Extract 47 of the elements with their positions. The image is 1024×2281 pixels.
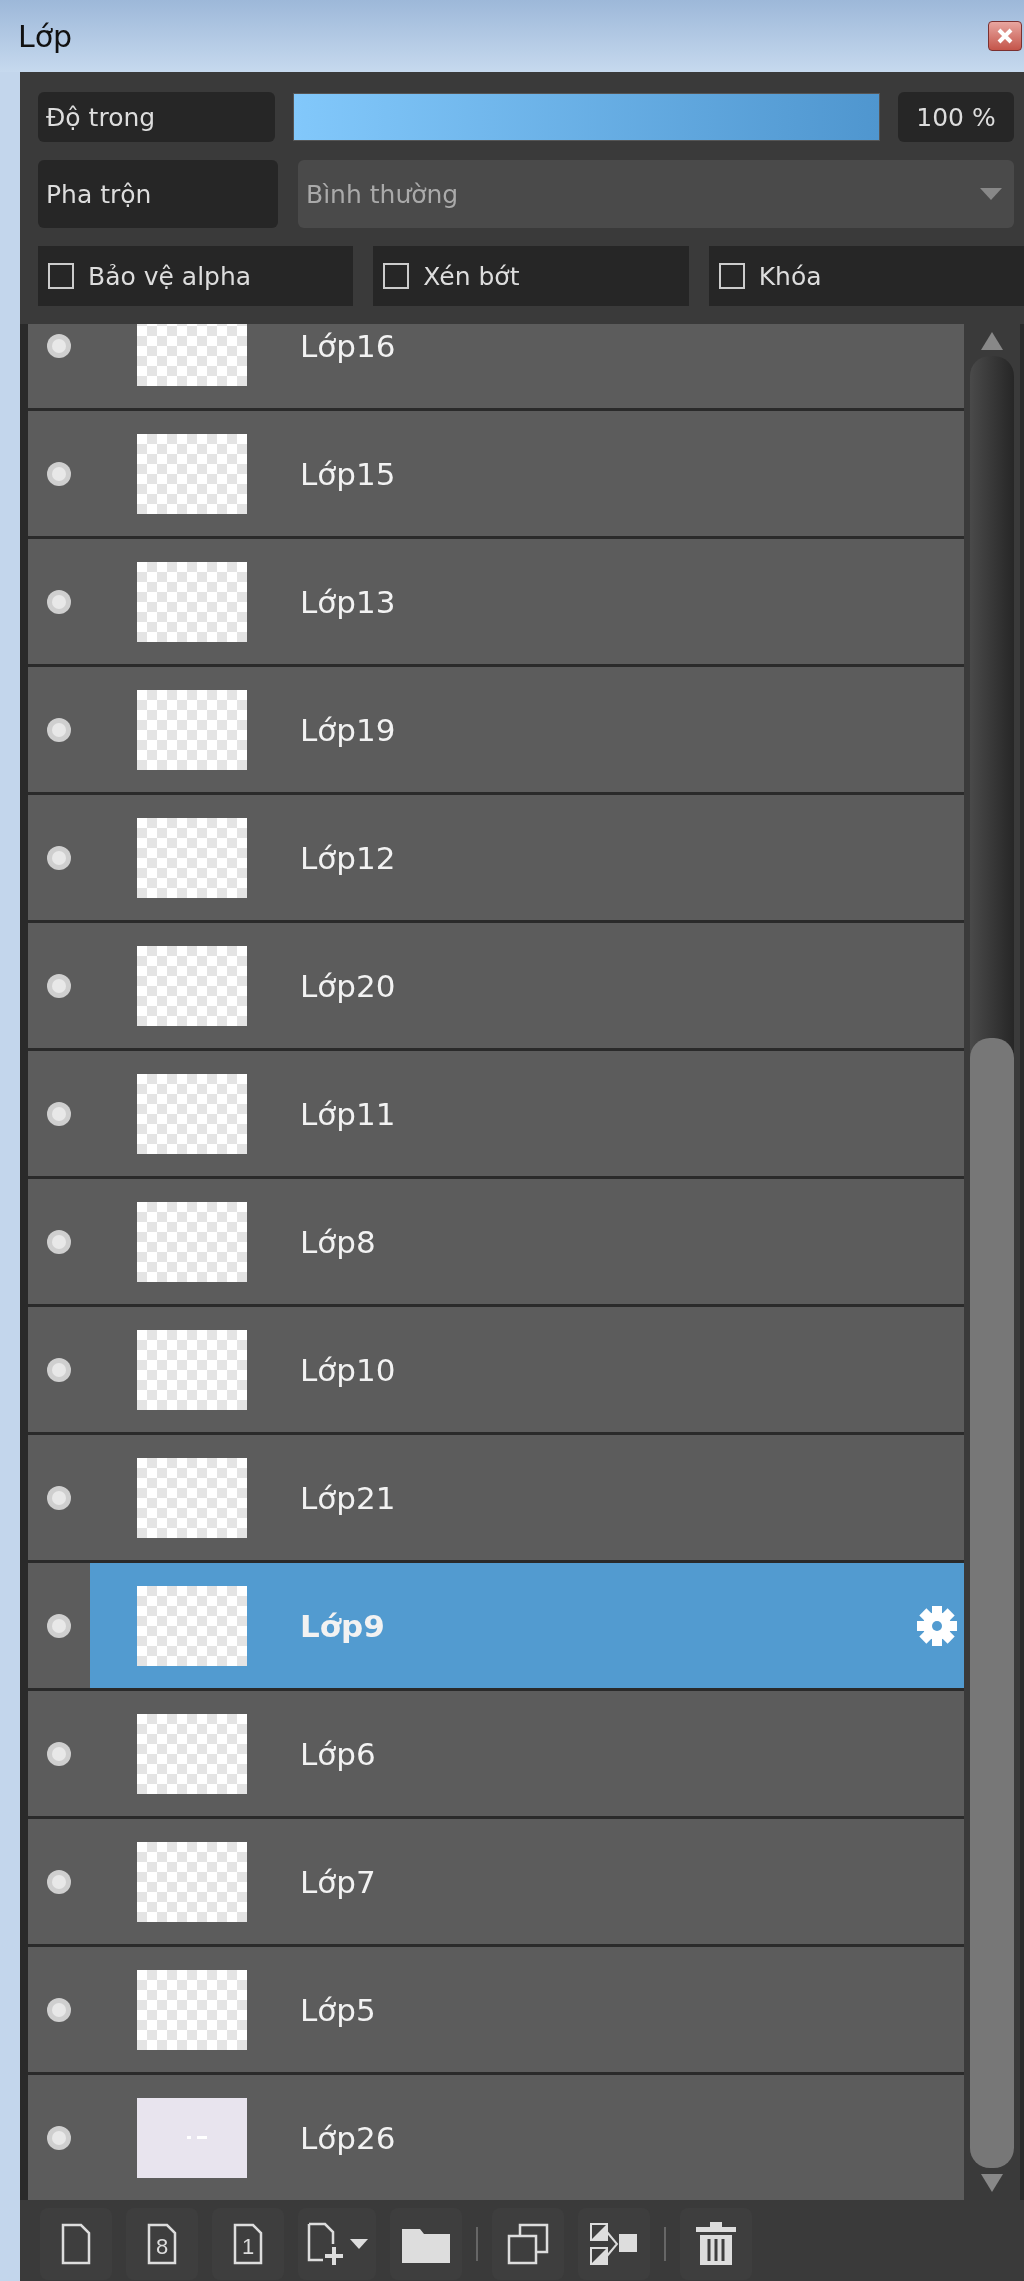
page-plus-icon xyxy=(306,2221,346,2267)
opacity-label: Độ trong xyxy=(38,92,275,142)
visibility-icon[interactable] xyxy=(46,1868,72,1895)
trash-icon xyxy=(694,2221,738,2267)
new-layer-button[interactable]: 8 xyxy=(126,2208,198,2280)
duplicate-button[interactable] xyxy=(492,2208,564,2280)
dropdown-arrow-icon xyxy=(980,188,1002,200)
add-layer-button[interactable] xyxy=(298,2208,376,2280)
opacity-slider[interactable] xyxy=(293,93,880,141)
close-icon xyxy=(995,27,1015,45)
window-title: Lớp xyxy=(18,18,73,54)
merge-icon xyxy=(589,2222,639,2266)
folder-button[interactable] xyxy=(390,2208,462,2280)
visibility-icon[interactable] xyxy=(46,460,72,487)
visibility-icon[interactable] xyxy=(46,844,72,871)
delete-button[interactable] xyxy=(680,2208,752,2280)
visibility-icon[interactable] xyxy=(46,1740,72,1767)
visibility-icon[interactable] xyxy=(46,1228,72,1255)
merge-button[interactable] xyxy=(578,2208,650,2280)
blend-dropdown[interactable]: Bình thường xyxy=(298,160,1014,228)
caret-icon xyxy=(350,2239,368,2249)
visibility-icon[interactable] xyxy=(46,1612,72,1639)
page-icon xyxy=(232,2222,264,2266)
scroll-down-icon[interactable] xyxy=(981,2174,1003,2192)
scroll-up-icon[interactable] xyxy=(981,332,1003,350)
copy-icon xyxy=(506,2222,550,2266)
page-icon xyxy=(146,2222,178,2266)
option-checkbox[interactable]: Khóa xyxy=(708,246,1024,306)
new-layer-button[interactable] xyxy=(40,2208,112,2280)
visibility-icon[interactable] xyxy=(46,1484,72,1511)
visibility-icon[interactable] xyxy=(46,2124,72,2151)
opacity-value: 100 % xyxy=(898,92,1014,142)
visibility-icon[interactable] xyxy=(46,1996,72,2023)
visibility-icon[interactable] xyxy=(46,1356,72,1383)
visibility-icon[interactable] xyxy=(46,716,72,743)
visibility-icon[interactable] xyxy=(46,588,72,615)
new-layer-button[interactable]: 1 xyxy=(212,2208,284,2280)
visibility-icon[interactable] xyxy=(46,332,72,359)
option-checkbox[interactable]: Bảo vệ alpha xyxy=(38,246,354,306)
visibility-icon[interactable] xyxy=(46,972,72,999)
scrollbar-thumb[interactable] xyxy=(970,1038,1014,2168)
blend-label: Pha trộn xyxy=(38,160,278,228)
page-icon xyxy=(60,2222,92,2266)
option-checkbox[interactable]: Xén bớt xyxy=(373,246,689,306)
close-button[interactable] xyxy=(988,21,1022,51)
gear-icon[interactable] xyxy=(916,1604,958,1647)
visibility-icon[interactable] xyxy=(46,1100,72,1127)
